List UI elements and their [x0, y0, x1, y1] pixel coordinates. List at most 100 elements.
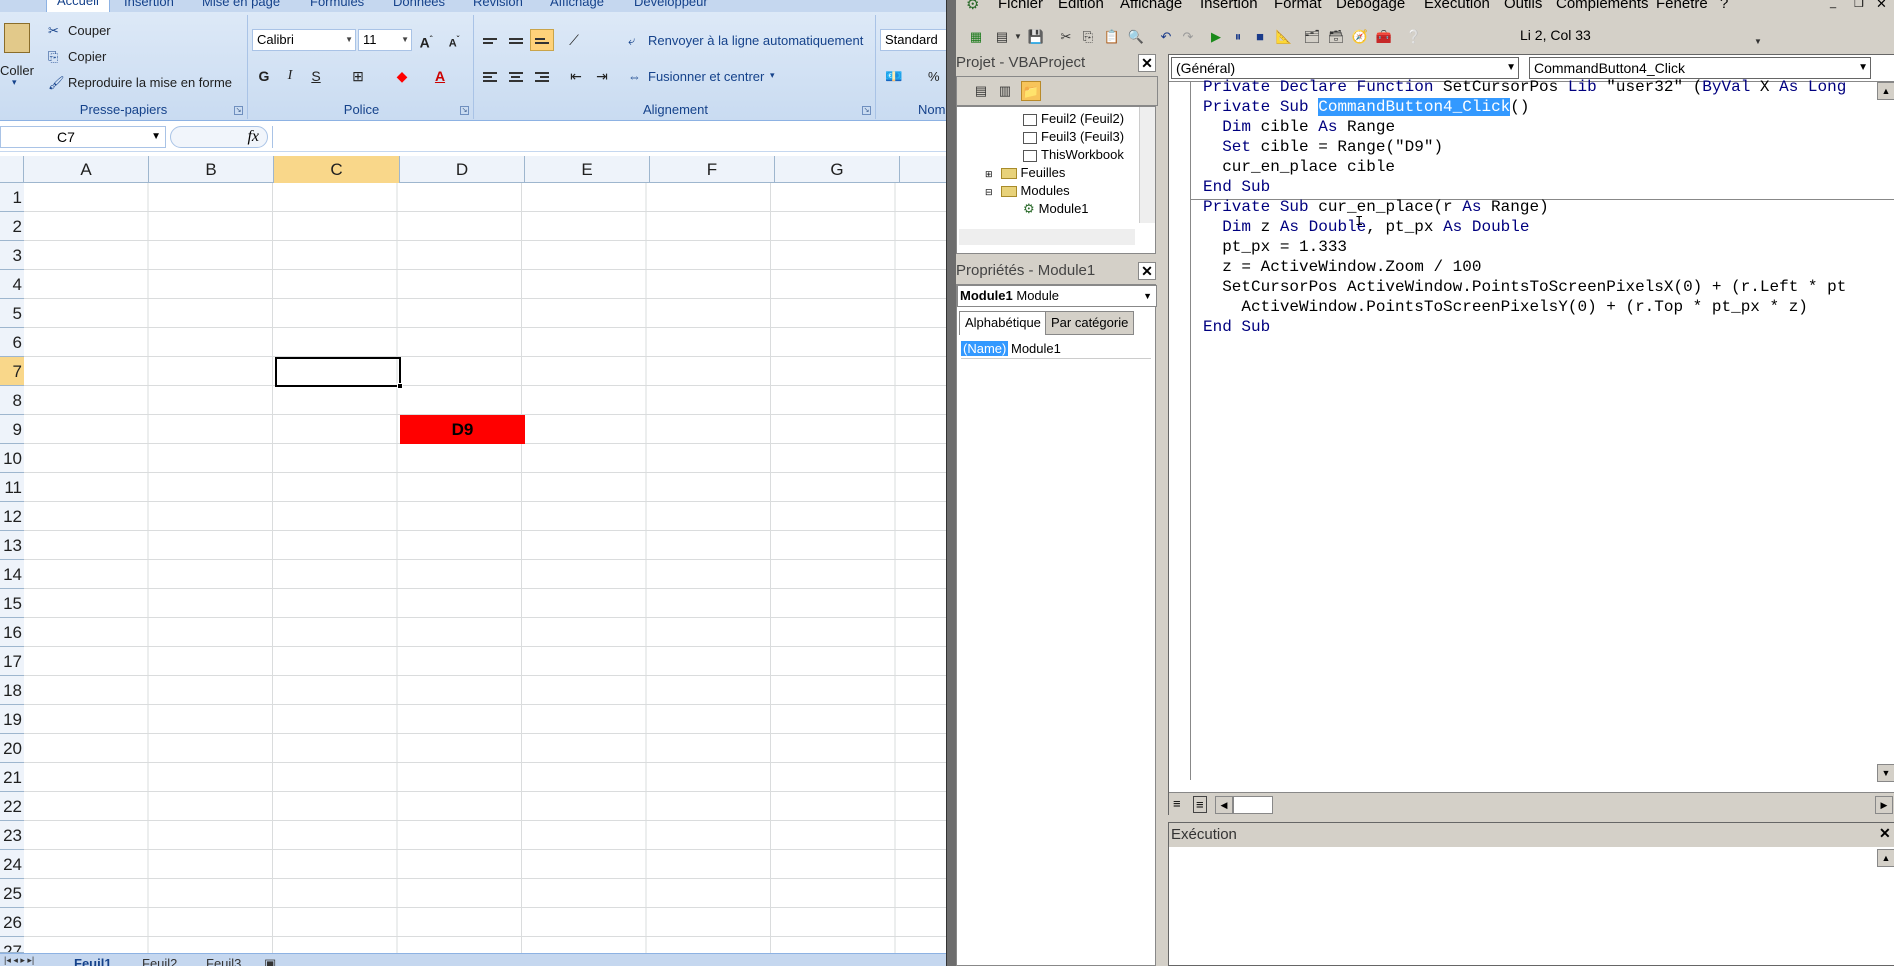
row-header[interactable]: 7 [0, 357, 24, 386]
column-header[interactable]: D [400, 156, 525, 183]
menu-complements[interactable]: Compléments [1556, 0, 1649, 12]
copy-button[interactable]: Copier [68, 49, 106, 64]
execution-input[interactable] [1171, 849, 1877, 965]
alignment-launcher-icon[interactable]: ↘ [862, 106, 871, 115]
merge-center-button[interactable]: Fusionner et centrer [648, 69, 764, 84]
scroll-down-icon[interactable]: ▼ [1877, 764, 1894, 782]
code-line-13[interactable]: End Sub [1203, 318, 1270, 336]
row-header[interactable]: 21 [0, 763, 24, 792]
paste-dropdown-icon[interactable]: ▾ [12, 77, 17, 88]
column-header[interactable]: C [274, 156, 400, 183]
font-launcher-icon[interactable]: ↘ [460, 106, 469, 115]
font-color-icon[interactable]: A [428, 65, 452, 87]
tab-revision[interactable]: Révision [473, 0, 523, 9]
row-header[interactable]: 12 [0, 502, 24, 531]
tab-par-categorie[interactable]: Par catégorie [1045, 311, 1135, 335]
row-header[interactable]: 20 [0, 734, 24, 763]
code-line-2[interactable]: Private Sub CommandButton4_Click() [1203, 98, 1529, 116]
scroll-up-icon[interactable]: ▲ [1877, 82, 1894, 100]
full-module-view-icon[interactable]: ≡ [1193, 796, 1207, 813]
procedure-view-icon[interactable]: ≡ [1173, 796, 1181, 811]
menu-debogage[interactable]: Débogage [1336, 0, 1405, 12]
row-header[interactable]: 13 [0, 531, 24, 560]
tab-alphabetique[interactable]: Alphabétique [959, 311, 1047, 335]
property-row[interactable]: (Name) Module1 [961, 339, 1151, 359]
row-header[interactable]: 11 [0, 473, 24, 502]
number-format-select[interactable]: Standard [880, 29, 948, 51]
object-select[interactable]: Module1 Module ▼ [957, 285, 1157, 307]
percent-button[interactable]: % [928, 69, 940, 84]
sheet-tab-feuil2[interactable]: Feuil2 [142, 956, 177, 966]
menu-outils[interactable]: Outils [1504, 0, 1542, 12]
row-header[interactable]: 9 [0, 415, 24, 444]
view-code-icon[interactable]: ▤ [971, 81, 991, 101]
row-header[interactable]: 23 [0, 821, 24, 850]
stop-icon[interactable]: ■ [1250, 27, 1270, 47]
tree-item-module1[interactable]: ⚙ Module1 [1023, 201, 1089, 217]
column-header[interactable]: E [525, 156, 650, 183]
align-center-icon[interactable] [504, 65, 528, 87]
object-combo[interactable]: (Général) ▼ [1171, 57, 1519, 79]
code-line-6[interactable]: End Sub [1203, 178, 1270, 196]
column-header[interactable]: G [775, 156, 900, 183]
column-header[interactable]: F [650, 156, 775, 183]
code-line-4[interactable]: Set cible = Range("D9") [1203, 138, 1443, 156]
save-icon[interactable]: 💾 [1026, 27, 1046, 47]
cut-icon[interactable]: ✂ [1056, 27, 1076, 47]
object-browser-icon[interactable]: 🧭 [1350, 27, 1370, 47]
menu-execution[interactable]: Exécution [1424, 0, 1490, 12]
row-header[interactable]: 24 [0, 850, 24, 879]
align-right-icon[interactable] [530, 65, 554, 87]
cut-button[interactable]: Couper [68, 23, 111, 38]
code-line-7[interactable]: Private Sub cur_en_place(r As Range) [1203, 198, 1549, 216]
tab-donnees[interactable]: Données [393, 0, 445, 9]
paste-button[interactable]: Coller [0, 63, 34, 78]
row-header[interactable]: 4 [0, 270, 24, 299]
code-line-11[interactable]: SetCursorPos ActiveWindow.PointsToScreen… [1203, 278, 1846, 296]
row-header[interactable]: 15 [0, 589, 24, 618]
row-header[interactable]: 22 [0, 792, 24, 821]
find-icon[interactable]: 🔍 [1126, 27, 1146, 47]
sheet-tab-feuil1[interactable]: Feuil1 [74, 956, 112, 966]
close-icon[interactable]: ✕ [1876, 0, 1887, 12]
wrap-text-button[interactable]: Renvoyer à la ligne automatiquement [648, 33, 863, 48]
paste-icon[interactable]: 📋 [1102, 27, 1122, 47]
code-line-8[interactable]: Dim z As Double, pt_px As Double [1203, 218, 1529, 236]
code-line-10[interactable]: z = ActiveWindow.Zoom / 100 [1203, 258, 1481, 276]
tree-item-feuil2[interactable]: Feuil2 (Feuil2) [1023, 111, 1124, 126]
align-top-icon[interactable] [478, 29, 502, 51]
help-icon[interactable]: ❔ [1404, 27, 1424, 47]
procedure-combo[interactable]: CommandButton4_Click ▼ [1529, 57, 1871, 79]
tab-mise-en-page[interactable]: Mise en page [202, 0, 280, 9]
merge-dropdown-icon[interactable]: ▾ [770, 70, 775, 81]
format-painter-button[interactable]: Reproduire la mise en forme [68, 75, 232, 90]
scroll-right-icon[interactable]: ▶ [1875, 796, 1893, 814]
row-header[interactable]: 25 [0, 879, 24, 908]
tree-vscrollbar[interactable] [1139, 107, 1155, 223]
menu-affichage[interactable]: Affichage [1120, 0, 1182, 12]
menu-edition[interactable]: Edition [1058, 0, 1104, 12]
tab-accueil[interactable]: Accueil [46, 0, 110, 12]
menu-insertion[interactable]: Insertion [1200, 0, 1258, 12]
column-header[interactable]: B [149, 156, 274, 183]
row-header[interactable]: 8 [0, 386, 24, 415]
cell-d9[interactable]: D9 [400, 415, 525, 444]
align-left-icon[interactable] [478, 65, 502, 87]
tree-item-modules[interactable]: ⊟ Modules [985, 183, 1070, 198]
sheet-nav-icons[interactable]: |◂ ◂ ▸ ▸| [4, 955, 34, 966]
code-line-9[interactable]: pt_px = 1.333 [1203, 238, 1347, 256]
scroll-up-icon[interactable]: ▲ [1877, 849, 1894, 867]
redo-icon[interactable]: ↷ [1178, 27, 1198, 47]
undo-icon[interactable]: ↶ [1156, 27, 1176, 47]
row-header[interactable]: 5 [0, 299, 24, 328]
minimize-icon[interactable]: _ [1830, 0, 1836, 9]
sheet-tab-feuil3[interactable]: Feuil3 [206, 956, 241, 966]
menu-fenetre[interactable]: Fenêtre [1656, 0, 1708, 12]
project-explorer-icon[interactable]: 🗂 [1302, 27, 1322, 47]
row-header[interactable]: 17 [0, 647, 24, 676]
collapse-icon[interactable]: ⊟ [985, 187, 993, 197]
tree-item-thisworkbook[interactable]: ThisWorkbook [1023, 147, 1124, 162]
code-line-12[interactable]: ActiveWindow.PointsToScreenPixelsY(0) + … [1203, 298, 1808, 316]
copy-icon[interactable]: ⎘ [1078, 27, 1098, 47]
tree-item-feuil3[interactable]: Feuil3 (Feuil3) [1023, 129, 1124, 144]
